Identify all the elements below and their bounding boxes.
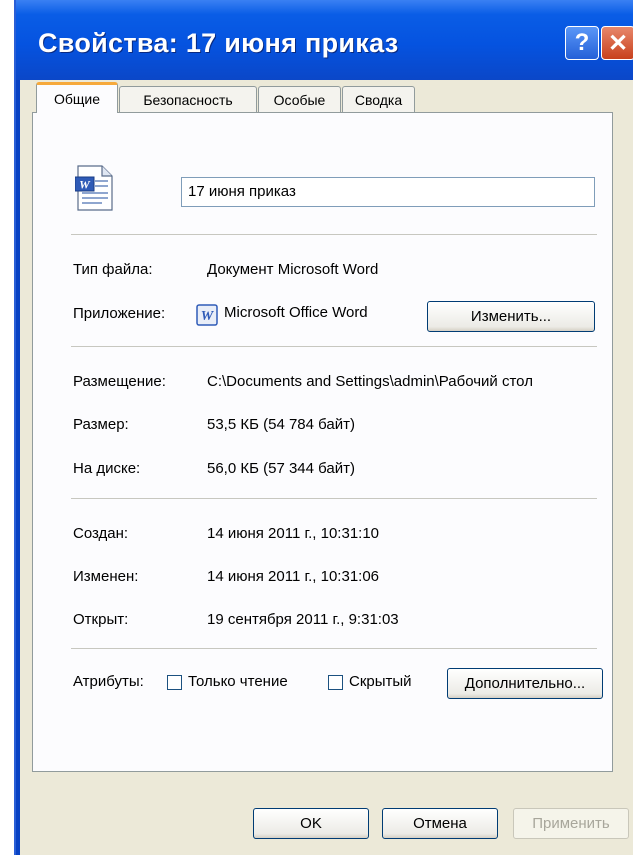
help-icon: ? xyxy=(574,29,590,56)
modified-label: Изменен: xyxy=(73,568,139,585)
modified-value: 14 июня 2011 г., 10:31:06 xyxy=(207,568,380,585)
button-label: Изменить... xyxy=(470,308,552,325)
window-title: Свойства: 17 июня приказ xyxy=(38,28,399,58)
svg-text:W: W xyxy=(79,178,91,192)
advanced-button[interactable]: Дополнительно... xyxy=(447,668,603,699)
size-value: 53,5 КБ (54 784 байт) xyxy=(207,416,355,433)
apply-button[interactable]: Применить xyxy=(513,808,629,839)
hidden-label[interactable]: Скрытый xyxy=(349,673,412,690)
created-value: 14 июня 2011 г., 10:31:10 xyxy=(207,525,380,542)
button-label: Применить xyxy=(532,815,610,832)
separator xyxy=(71,346,597,347)
tab-label: Сводка xyxy=(354,91,403,108)
change-app-button[interactable]: Изменить... xyxy=(427,301,595,332)
hidden-checkbox[interactable] xyxy=(328,675,343,690)
accessed-label: Открыт: xyxy=(73,611,129,628)
readonly-label[interactable]: Только чтение xyxy=(188,673,288,690)
app-value: Microsoft Office Word xyxy=(224,304,368,321)
title-bar[interactable]: Свойства: 17 июня приказ ? ✕ xyxy=(16,0,633,80)
accessed-value: 19 сентября 2011 г., 9:31:03 xyxy=(207,611,399,628)
readonly-checkbox[interactable] xyxy=(167,675,182,690)
word-app-icon: W xyxy=(196,304,218,326)
button-label: Отмена xyxy=(413,815,467,832)
separator xyxy=(71,234,597,235)
cancel-button[interactable]: Отмена xyxy=(382,808,498,839)
attributes-label: Атрибуты: xyxy=(73,673,144,690)
disk-size-value: 56,0 КБ (57 344 байт) xyxy=(207,460,355,477)
location-label: Размещение: xyxy=(73,373,166,390)
close-button[interactable]: ✕ xyxy=(601,26,633,60)
file-type-value: Документ Microsoft Word xyxy=(207,261,379,278)
ok-button[interactable]: OK xyxy=(253,808,369,839)
help-button[interactable]: ? xyxy=(565,26,599,60)
general-panel: W 17 июня приказ Тип файла: Документ Mic… xyxy=(32,112,613,772)
tab-label: Безопасность xyxy=(143,91,233,108)
tab-summary[interactable]: Сводка xyxy=(342,86,415,112)
file-type-label: Тип файла: xyxy=(73,261,153,278)
created-label: Создан: xyxy=(73,525,129,542)
dialog-body: Общие Безопасность Особые Сводка W 17 ию… xyxy=(20,80,633,855)
location-value: C:\Documents and Settings\admin\Рабочий … xyxy=(207,373,533,390)
size-label: Размер: xyxy=(73,416,129,433)
disk-size-label: На диске: xyxy=(73,460,141,477)
button-label: OK xyxy=(300,815,322,832)
separator xyxy=(71,648,597,649)
separator xyxy=(71,498,597,499)
properties-window: Свойства: 17 июня приказ ? ✕ Общие Безоп… xyxy=(14,0,633,855)
app-label: Приложение: xyxy=(73,305,166,322)
tab-custom[interactable]: Особые xyxy=(258,86,341,112)
tab-label: Особые xyxy=(273,91,326,108)
tab-security[interactable]: Безопасность xyxy=(119,86,257,112)
button-label: Дополнительно... xyxy=(464,675,586,692)
file-name-field[interactable]: 17 июня приказ xyxy=(181,177,595,207)
word-document-icon: W xyxy=(75,165,113,211)
svg-text:W: W xyxy=(201,309,215,324)
close-icon: ✕ xyxy=(607,29,629,57)
tab-label: Общие xyxy=(53,91,101,107)
tab-general[interactable]: Общие xyxy=(36,82,118,113)
